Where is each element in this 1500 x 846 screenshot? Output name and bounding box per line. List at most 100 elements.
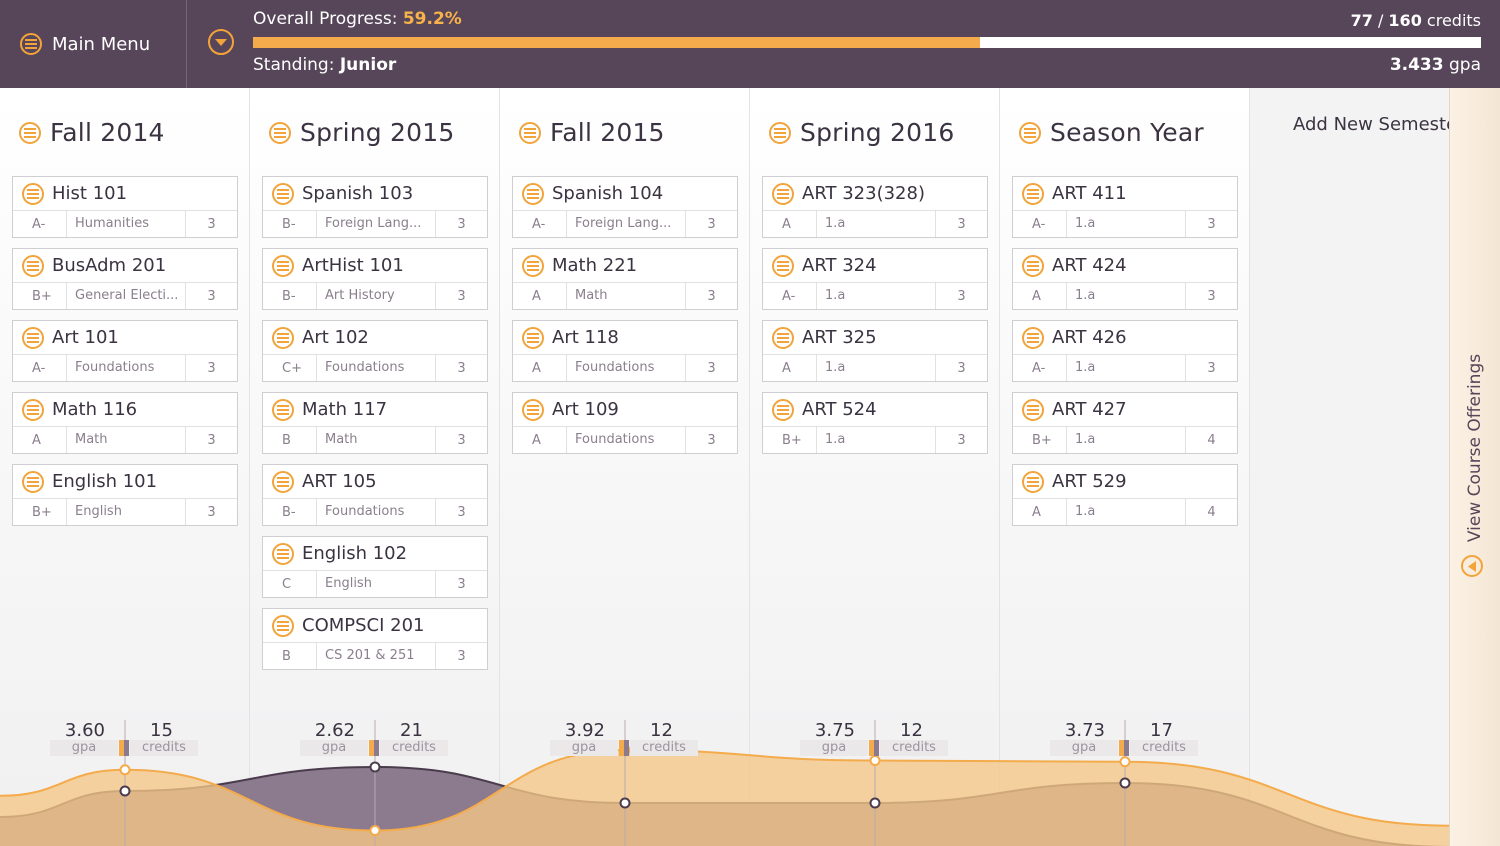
menu-icon[interactable] (772, 326, 794, 349)
gpa-tag: gpa (50, 740, 118, 756)
course-card-header: Math 221 (513, 249, 737, 283)
semester-stat: 3.92 12 gpa credits (500, 720, 750, 760)
menu-icon[interactable] (522, 182, 544, 205)
stat-marker (869, 740, 879, 756)
menu-icon[interactable] (272, 182, 294, 205)
menu-icon[interactable] (1022, 326, 1044, 349)
gpa-tag: gpa (800, 740, 868, 756)
course-card-details: A- Foundations 3 (13, 355, 237, 381)
menu-icon (1019, 121, 1041, 144)
course-name: English 101 (52, 471, 158, 492)
course-grade: A- (1032, 216, 1046, 232)
course-card[interactable]: ART 426 A- 1.a 3 (1012, 320, 1238, 382)
menu-icon[interactable] (272, 326, 294, 349)
semester-header[interactable]: Fall 2014 (19, 118, 165, 147)
course-card[interactable]: Art 118 A Foundations 3 (512, 320, 738, 382)
credits-tag: credits (630, 740, 698, 756)
semester-title: Spring 2016 (800, 118, 955, 147)
course-grade: C+ (282, 360, 302, 376)
course-card[interactable]: ART 427 B+ 1.a 4 (1012, 392, 1238, 454)
course-card[interactable]: ART 325 A 1.a 3 (762, 320, 988, 382)
course-name: Math 221 (552, 255, 638, 276)
view-course-offerings-tab[interactable]: View Course Offerings (1449, 88, 1500, 846)
course-card[interactable]: Math 221 A Math 3 (512, 248, 738, 310)
menu-icon[interactable] (772, 398, 794, 421)
menu-icon[interactable] (1022, 182, 1044, 205)
course-card[interactable]: ART 105 B- Foundations 3 (262, 464, 488, 526)
menu-icon[interactable] (1022, 254, 1044, 277)
menu-icon[interactable] (1022, 398, 1044, 421)
course-card[interactable]: BusAdm 201 B+ General Electi... 3 (12, 248, 238, 310)
menu-icon[interactable] (522, 326, 544, 349)
menu-icon[interactable] (272, 254, 294, 277)
course-card[interactable]: ArtHist 101 B- Art History 3 (262, 248, 488, 310)
gpa-tag: gpa (550, 740, 618, 756)
course-card[interactable]: ART 524 B+ 1.a 3 (762, 392, 988, 454)
menu-icon[interactable] (22, 254, 44, 277)
chevron-down-icon[interactable] (208, 29, 234, 55)
semester-header[interactable]: Season Year (1019, 118, 1204, 147)
semester-header[interactable]: Spring 2016 (769, 118, 954, 147)
menu-icon[interactable] (522, 398, 544, 421)
course-grade: A (32, 432, 41, 448)
course-category: English (66, 499, 186, 525)
menu-icon[interactable] (272, 614, 294, 637)
course-card[interactable]: ART 424 A 1.a 3 (1012, 248, 1238, 310)
menu-icon[interactable] (272, 470, 294, 493)
course-card[interactable]: Art 101 A- Foundations 3 (12, 320, 238, 382)
main-menu-button[interactable]: Main Menu (0, 0, 187, 88)
semester-credits: 21 (400, 720, 423, 741)
semester-header[interactable]: Spring 2015 (269, 118, 454, 147)
menu-icon[interactable] (272, 398, 294, 421)
gpa-unit: gpa (1443, 55, 1481, 75)
course-card-details: A- 1.a 3 (1013, 355, 1237, 381)
menu-icon (769, 121, 791, 144)
course-card[interactable]: ART 324 A- 1.a 3 (762, 248, 988, 310)
menu-icon[interactable] (22, 470, 44, 493)
course-card-header: ART 424 (1013, 249, 1237, 283)
semester-header[interactable]: Fall 2015 (519, 118, 665, 147)
course-card[interactable]: Art 109 A Foundations 3 (512, 392, 738, 454)
course-card-details: A 1.a 3 (763, 211, 987, 237)
course-card[interactable]: Math 117 B Math 3 (262, 392, 488, 454)
course-card[interactable]: ART 323(328) A 1.a 3 (762, 176, 988, 238)
menu-icon[interactable] (522, 254, 544, 277)
menu-icon[interactable] (22, 326, 44, 349)
menu-icon[interactable] (1022, 470, 1044, 493)
menu-icon[interactable] (22, 398, 44, 421)
course-grade: B+ (32, 288, 52, 304)
course-card[interactable]: ART 411 A- 1.a 3 (1012, 176, 1238, 238)
course-card[interactable]: Spanish 103 B- Foreign Lang... 3 (262, 176, 488, 238)
menu-icon[interactable] (22, 182, 44, 205)
course-card-details: A- Humanities 3 (13, 211, 237, 237)
course-grade: C (282, 576, 292, 592)
progress-bar-fill (253, 37, 980, 48)
add-new-semester-button[interactable]: Add New Semester (1293, 114, 1465, 135)
course-card[interactable]: COMPSCI 201 B CS 201 & 251 3 (262, 608, 488, 670)
menu-icon (269, 121, 291, 144)
course-card[interactable]: Math 116 A Math 3 (12, 392, 238, 454)
course-card[interactable]: Hist 101 A- Humanities 3 (12, 176, 238, 238)
course-grade: A (532, 432, 541, 448)
course-card[interactable]: English 102 C English 3 (262, 536, 488, 598)
menu-icon[interactable] (772, 254, 794, 277)
course-card-header: ART 324 (763, 249, 987, 283)
course-credits: 3 (457, 648, 466, 664)
course-card[interactable]: Art 102 C+ Foundations 3 (262, 320, 488, 382)
course-card-header: ART 524 (763, 393, 987, 427)
credits-tag: credits (380, 740, 448, 756)
course-card-details: B CS 201 & 251 3 (263, 643, 487, 669)
course-card-header: ArtHist 101 (263, 249, 487, 283)
course-name: BusAdm 201 (52, 255, 167, 276)
course-card[interactable]: Spanish 104 A- Foreign Lang... 3 (512, 176, 738, 238)
course-card-details: A Foundations 3 (513, 427, 737, 453)
course-card-details: A Foundations 3 (513, 355, 737, 381)
menu-icon[interactable] (272, 542, 294, 565)
course-category: Foundations (316, 499, 436, 525)
credits-done: 77 (1350, 11, 1373, 30)
menu-icon[interactable] (772, 182, 794, 205)
course-credits: 3 (707, 360, 716, 376)
course-card[interactable]: ART 529 A 1.a 4 (1012, 464, 1238, 526)
course-card[interactable]: English 101 B+ English 3 (12, 464, 238, 526)
semester-credits: 12 (900, 720, 923, 741)
